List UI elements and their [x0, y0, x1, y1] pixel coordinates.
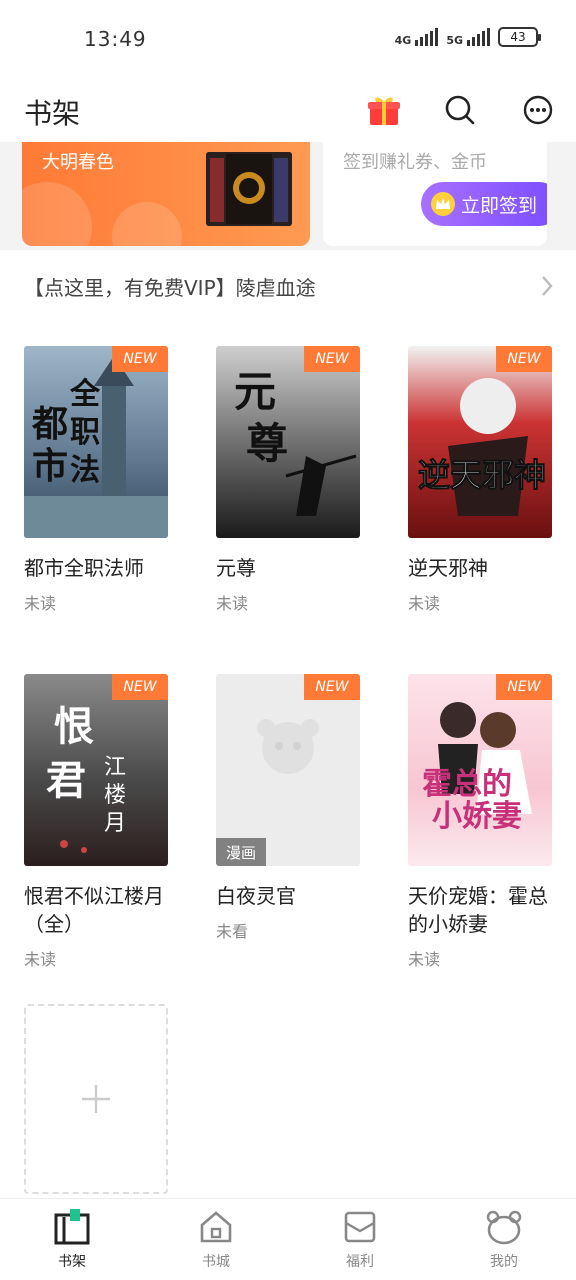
status-bar: 13:49 4G 5G 43	[0, 0, 576, 78]
bear-icon	[486, 1210, 522, 1245]
bottom-nav: 书架 书城 福利 我的	[0, 1198, 576, 1280]
chevron-right-icon	[540, 274, 554, 302]
book-cover: 恨 君 江 楼 月 NEW	[24, 674, 168, 866]
svg-text:霍总的: 霍总的	[422, 767, 512, 802]
signal-5g-icon: 5G	[446, 28, 490, 46]
search-icon[interactable]	[440, 90, 480, 130]
book-cover: 都 市 全 职 法 NEW	[24, 346, 168, 538]
home-icon	[200, 1211, 232, 1243]
svg-text:市: 市	[32, 446, 68, 487]
gift-icon[interactable]	[364, 90, 404, 130]
signal-4g-icon: 4G	[395, 28, 439, 46]
promo-link[interactable]: 【点这里，有免费VIP】陵虐血途	[0, 262, 576, 312]
nav-bookstore[interactable]: 书城	[144, 1199, 288, 1280]
new-badge: NEW	[304, 674, 360, 700]
book-title: 都市全职法师	[24, 556, 144, 580]
promo-text: 【点这里，有免费VIP】陵虐血途	[24, 276, 316, 300]
book-title: 恨君不似江楼月（全）	[24, 884, 164, 936]
nav-mine[interactable]: 我的	[432, 1199, 576, 1280]
nav-bookshelf[interactable]: 书架	[0, 1199, 144, 1280]
bookshelf-icon	[54, 1209, 90, 1245]
book-status: 未读	[408, 594, 441, 613]
book-status: 未看	[216, 922, 249, 941]
svg-text:江: 江	[104, 755, 126, 780]
book-item[interactable]: 都 市 全 职 法 NEW 都市全职法师 未读	[24, 346, 176, 614]
book-status: 未读	[408, 950, 441, 969]
svg-text:逆天邪神: 逆天邪神	[418, 456, 546, 494]
book-cover: 逆天邪神 NEW	[408, 346, 552, 538]
battery-icon: 43	[498, 27, 541, 47]
svg-text:恨: 恨	[54, 703, 94, 750]
book-status: 未读	[216, 594, 249, 613]
banner-area: 大明春色 签到赚礼券、金币 立即签到	[0, 142, 576, 250]
new-badge: NEW	[496, 346, 552, 372]
new-badge: NEW	[112, 674, 168, 700]
book-item[interactable]: 元 尊 NEW 元尊 未读	[216, 346, 368, 614]
page-title: 书架	[24, 97, 81, 130]
book-item[interactable]: NEW 漫画 白夜灵官 未看	[216, 674, 368, 942]
battery-level: 43	[510, 30, 526, 44]
plus-icon	[82, 1085, 110, 1113]
signin-desc: 签到赚礼券、金币	[343, 152, 487, 173]
status-time: 13:49	[84, 27, 147, 51]
book-title: 逆天邪神	[408, 556, 488, 580]
svg-text:元: 元	[234, 367, 276, 416]
net-4g-label: 4G	[394, 34, 412, 47]
svg-text:楼: 楼	[104, 783, 126, 808]
book-title: 元尊	[216, 556, 256, 580]
recommend-banner[interactable]: 大明春色	[22, 142, 310, 246]
comic-tag: 漫画	[216, 838, 266, 866]
book-cover: 霍总的 小娇妻 NEW	[408, 674, 552, 866]
book-cover: 元 尊 NEW	[216, 346, 360, 538]
book-title: 白夜灵官	[216, 884, 296, 908]
book-item[interactable]: 霍总的 小娇妻 NEW 天价宠婚：霍总的小娇妻 未读	[408, 674, 560, 970]
signin-label: 立即签到	[461, 194, 538, 217]
status-indicators: 4G 5G 43	[395, 27, 541, 47]
banner-book-cover	[206, 152, 292, 226]
nav-label: 我的	[490, 1254, 518, 1270]
svg-text:小娇妻: 小娇妻	[432, 799, 522, 834]
envelope-icon	[344, 1211, 376, 1243]
crown-icon	[431, 192, 455, 216]
svg-text:职: 职	[70, 415, 100, 450]
svg-text:尊: 尊	[246, 419, 288, 468]
top-bar: 书架	[0, 78, 576, 142]
svg-text:法: 法	[70, 453, 100, 488]
book-status: 未读	[24, 950, 57, 969]
new-badge: NEW	[112, 346, 168, 372]
nav-label: 书城	[202, 1254, 230, 1270]
book-status: 未读	[24, 594, 57, 613]
svg-text:君: 君	[46, 757, 86, 804]
add-book-button[interactable]	[24, 1004, 168, 1194]
more-icon[interactable]	[518, 90, 558, 130]
new-badge: NEW	[496, 674, 552, 700]
svg-text:月: 月	[104, 811, 126, 836]
book-item[interactable]: 逆天邪神 NEW 逆天邪神 未读	[408, 346, 560, 614]
new-badge: NEW	[304, 346, 360, 372]
book-title: 天价宠婚：霍总的小娇妻	[408, 884, 548, 936]
nav-welfare[interactable]: 福利	[288, 1199, 432, 1280]
nav-label: 书架	[58, 1254, 86, 1270]
banner-title: 大明春色	[42, 152, 114, 173]
net-5g-label: 5G	[446, 34, 463, 47]
svg-text:全: 全	[69, 377, 101, 412]
signin-banner: 签到赚礼券、金币 立即签到	[323, 142, 547, 246]
book-cover: NEW 漫画	[216, 674, 360, 866]
svg-text:都: 都	[31, 404, 68, 445]
book-item[interactable]: 恨 君 江 楼 月 NEW 恨君不似江楼月（全） 未读	[24, 674, 176, 970]
nav-label: 福利	[346, 1254, 374, 1270]
signin-button[interactable]: 立即签到	[421, 182, 547, 226]
